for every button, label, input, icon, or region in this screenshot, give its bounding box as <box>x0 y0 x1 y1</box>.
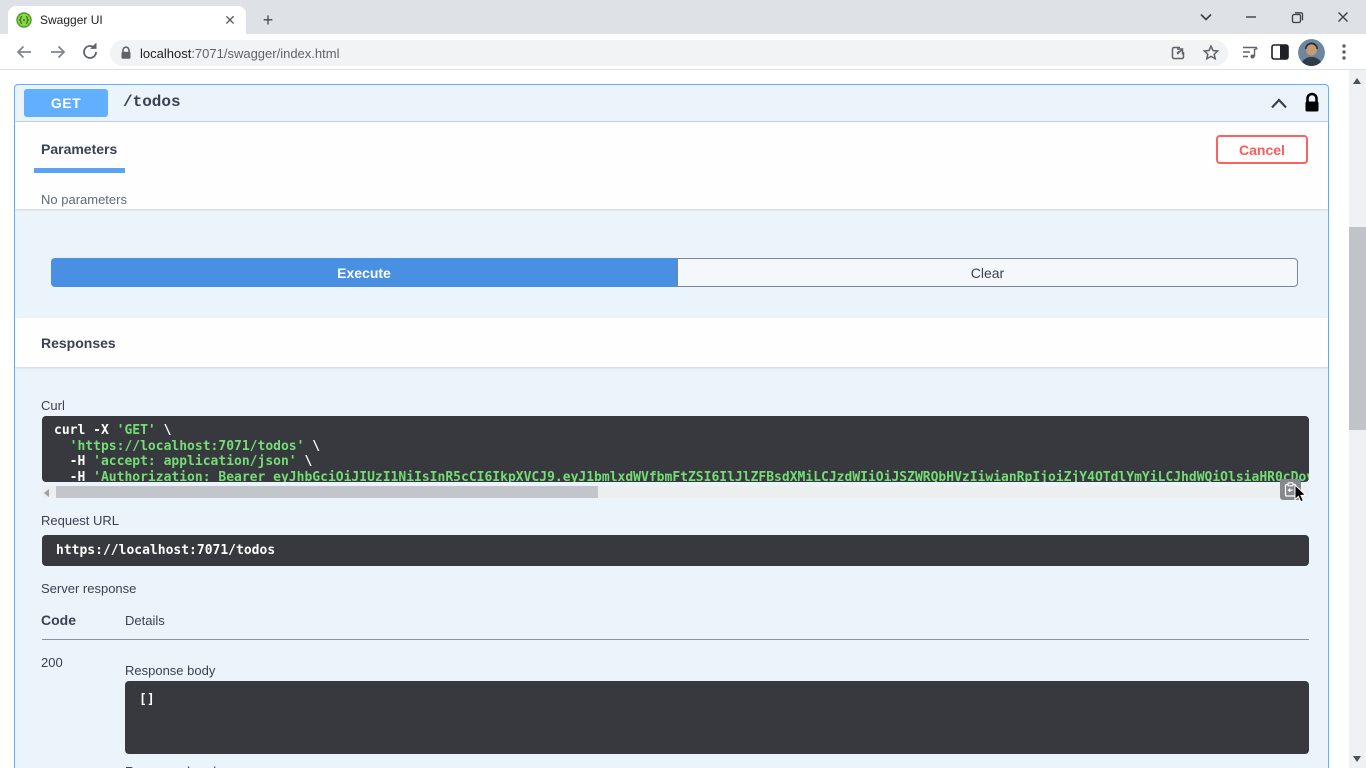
clear-button[interactable]: Clear <box>677 258 1298 287</box>
endpoint-path: /todos <box>123 93 181 111</box>
parameters-title: Parameters <box>41 141 117 157</box>
collapse-chevron-icon[interactable] <box>1268 93 1290 115</box>
server-response-label: Server response <box>41 581 136 596</box>
new-tab-icon[interactable]: + <box>256 8 280 32</box>
scroll-down-arrow-icon[interactable] <box>1353 756 1361 762</box>
address-bar[interactable]: localhost:7071/swagger/index.html <box>110 40 1228 66</box>
side-panel-icon[interactable] <box>1268 40 1292 64</box>
mouse-cursor <box>1294 484 1307 508</box>
curl-line: curl -X 'GET' \ <box>54 423 1297 439</box>
responses-title: Responses <box>41 335 116 351</box>
cancel-button[interactable]: Cancel <box>1216 135 1308 164</box>
share-icon[interactable] <box>1170 44 1188 62</box>
tab-close-icon[interactable]: ✕ <box>222 12 238 28</box>
request-url-block: https://localhost:7071/todos <box>42 535 1309 566</box>
window-minimize-icon[interactable] <box>1228 0 1274 34</box>
media-controls-icon[interactable] <box>1238 40 1262 64</box>
status-code: 200 <box>41 655 63 670</box>
browser-tab[interactable]: Swagger UI ✕ <box>8 6 246 34</box>
tab-title: Swagger UI <box>40 13 222 27</box>
code-column-header: Code <box>41 612 76 628</box>
method-badge: GET <box>24 89 108 117</box>
opblock-get-todos: GET /todos Parameters Cancel No paramete… <box>14 84 1329 768</box>
browser-window: Swagger UI ✕ + <box>0 0 1366 768</box>
response-headers-label: Response headers <box>125 764 234 768</box>
responses-header-band: Responses <box>15 318 1328 367</box>
no-parameters-text: No parameters <box>41 192 127 207</box>
tab-search-chevron-icon[interactable] <box>1183 0 1229 34</box>
execute-button[interactable]: Execute <box>51 258 677 287</box>
swagger-favicon <box>16 12 32 28</box>
tab-strip: Swagger UI ✕ + <box>0 0 1366 34</box>
scroll-left-arrow-icon[interactable] <box>44 489 49 497</box>
page-scrollbar[interactable] <box>1349 70 1366 768</box>
curl-line: -H 'Authorization: Bearer eyJhbGciOiJIUz… <box>54 470 1297 483</box>
profile-avatar[interactable] <box>1298 39 1325 66</box>
window-close-icon[interactable] <box>1320 0 1366 34</box>
curl-scrollbar-thumb[interactable] <box>56 486 598 498</box>
window-restore-icon[interactable] <box>1274 0 1320 34</box>
back-icon[interactable] <box>12 40 36 64</box>
response-body-block: [] Download <box>125 681 1309 754</box>
opblock-summary[interactable]: GET /todos <box>15 85 1328 122</box>
details-column-header: Details <box>125 613 165 628</box>
request-url-label: Request URL <box>41 513 119 528</box>
parameters-tab-underline <box>34 168 125 173</box>
response-body-value: [] <box>139 692 155 707</box>
response-body-label: Response body <box>125 663 215 678</box>
response-table-divider <box>42 639 1309 640</box>
page-scrollbar-thumb[interactable] <box>1349 227 1366 430</box>
curl-label: Curl <box>41 398 65 413</box>
parameters-header-band: Parameters Cancel <box>15 122 1328 209</box>
curl-line: -H 'accept: application/json' \ <box>54 454 1297 470</box>
url-text: localhost:7071/swagger/index.html <box>140 46 339 61</box>
forward-icon[interactable] <box>46 40 70 64</box>
reload-icon[interactable] <box>78 40 102 64</box>
site-lock-icon[interactable] <box>120 46 132 60</box>
curl-horizontal-scrollbar[interactable] <box>42 486 1309 498</box>
request-url-value: https://localhost:7071/todos <box>56 543 275 558</box>
curl-line: 'https://localhost:7071/todos' \ <box>54 439 1297 455</box>
kebab-menu-icon[interactable] <box>1332 40 1356 64</box>
authorization-lock-icon[interactable] <box>1302 92 1324 114</box>
bookmark-star-icon[interactable] <box>1202 44 1220 62</box>
curl-command-block[interactable]: curl -X 'GET' \ 'https://localhost:7071/… <box>42 416 1309 482</box>
scroll-up-arrow-icon[interactable] <box>1353 78 1361 84</box>
